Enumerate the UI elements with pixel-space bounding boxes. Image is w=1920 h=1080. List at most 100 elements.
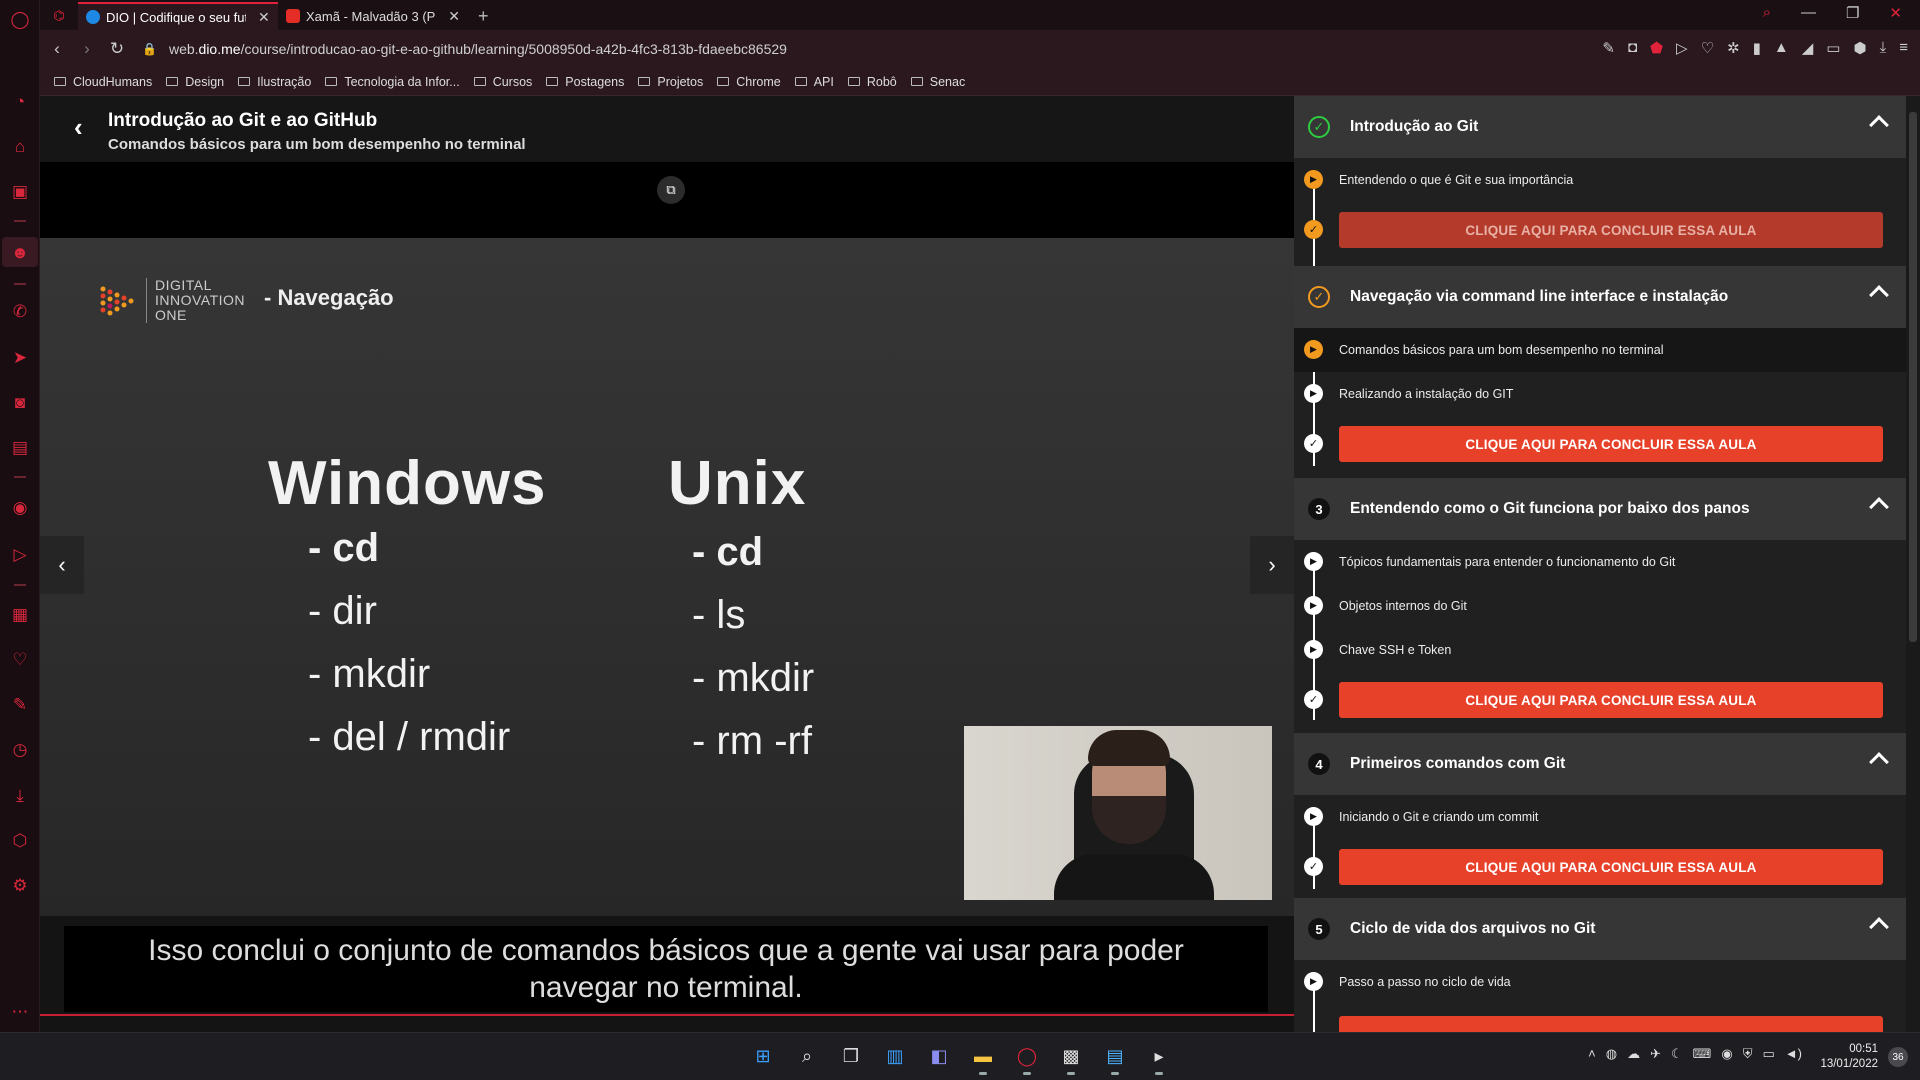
lesson-item[interactable]: ▶ Objetos internos do Git <box>1294 584 1906 628</box>
complete-lesson-button-partial[interactable] <box>1339 1016 1883 1032</box>
vpn-lock-icon[interactable]: ▲ <box>1774 39 1789 57</box>
extension-icon[interactable]: ◢ <box>1802 39 1814 57</box>
lock-icon[interactable]: 🔒 <box>142 42 157 56</box>
back-chevron-icon[interactable]: ‹ <box>74 114 83 140</box>
bookmarks-heart-icon[interactable]: ♡ <box>9 648 31 670</box>
tray-overflow-icon[interactable]: ˄ <box>1588 1046 1596 1062</box>
screen-icon[interactable]: ▭ <box>1826 39 1840 57</box>
notepad-icon[interactable]: ▤ <box>1100 1041 1130 1075</box>
bookmark-folder[interactable]: CloudHumans <box>54 75 152 89</box>
chevron-up-icon[interactable] <box>1869 752 1889 772</box>
close-tab-icon[interactable]: ✕ <box>448 8 460 25</box>
complete-lesson-button[interactable]: CLIQUE AQUI PARA CONCLUIR ESSA AULA <box>1339 682 1883 718</box>
popout-icon[interactable]: ⧉ <box>657 176 685 204</box>
heart-icon[interactable]: ♡ <box>1701 39 1714 57</box>
edit-icon[interactable]: ✎ <box>1602 39 1615 57</box>
settings-gear-icon[interactable]: ⚙ <box>9 874 31 896</box>
player-icon[interactable]: ◉ <box>9 496 31 518</box>
shopping-icon[interactable]: ⌂ <box>9 135 31 157</box>
workspace-icon[interactable]: ⌬ <box>40 2 78 30</box>
menu-icon[interactable]: ≡ <box>1899 39 1908 57</box>
opera-logo-icon[interactable]: ◯ <box>9 8 31 30</box>
lesson-item[interactable]: ▶ Realizando a instalação do GIT <box>1294 372 1906 416</box>
bookmark-folder[interactable]: Senac <box>910 75 965 89</box>
chevron-up-icon[interactable] <box>1869 285 1889 305</box>
next-slide-button[interactable]: › <box>1250 536 1294 594</box>
adblock-icon[interactable]: ⬟ <box>1650 39 1663 57</box>
history-icon[interactable]: ◷ <box>9 738 31 760</box>
bookmark-folder[interactable]: Tecnologia da Infor... <box>325 75 460 89</box>
gx-corner-icon[interactable]: ☻ <box>9 241 31 263</box>
lesson-item[interactable]: ▶ Tópicos fundamentais para entender o f… <box>1294 540 1906 584</box>
bookmark-folder[interactable]: Projetos <box>638 75 703 89</box>
onedrive-icon[interactable]: ☁ <box>1627 1046 1640 1062</box>
panel-scrollbar[interactable] <box>1906 96 1920 1032</box>
restore-icon[interactable]: ❐ <box>1846 4 1859 22</box>
reader-icon[interactable]: ▮ <box>1753 39 1761 57</box>
complete-lesson-button[interactable]: CLIQUE AQUI PARA CONCLUIR ESSA AULA <box>1339 426 1883 462</box>
video-progress-line[interactable] <box>40 1014 1294 1016</box>
messenger-icon[interactable]: ▤ <box>9 436 31 458</box>
pinboard-icon[interactable]: ✎ <box>9 693 31 715</box>
terminal-icon[interactable]: ▸ <box>1144 1041 1174 1075</box>
close-tab-icon[interactable]: ✕ <box>258 9 270 26</box>
close-window-icon[interactable]: ✕ <box>1889 4 1902 22</box>
forward-icon[interactable]: › <box>74 36 100 62</box>
section-header[interactable]: ✓ Introdução ao Git <box>1294 96 1906 158</box>
bookmark-folder[interactable]: API <box>794 75 834 89</box>
opera-gx-icon[interactable]: ◯ <box>1012 1041 1042 1075</box>
downloads-icon[interactable]: ⤓ <box>9 784 31 806</box>
lesson-item[interactable]: ▶ Passo a passo no ciclo de vida <box>1294 960 1906 1004</box>
camera-icon[interactable]: ◘ <box>1628 39 1637 57</box>
lesson-item[interactable]: ▶ Iniciando o Git e criando um commit <box>1294 795 1906 839</box>
reload-icon[interactable]: ↻ <box>104 36 130 62</box>
flow-icon[interactable]: ▷ <box>9 543 31 565</box>
chevron-up-icon[interactable] <box>1869 497 1889 517</box>
lesson-item-current[interactable]: ▶ Comandos básicos para um bom desempenh… <box>1294 328 1906 372</box>
file-explorer-icon[interactable]: ▬ <box>968 1041 998 1075</box>
address-bar[interactable]: 🔒 web.dio.me/course/introducao-ao-git-e-… <box>142 41 787 57</box>
bookmark-folder[interactable]: Robô <box>847 75 897 89</box>
search-icon[interactable]: ⌕ <box>792 1041 822 1071</box>
whatsapp-icon[interactable]: ✆ <box>9 300 31 322</box>
minimize-icon[interactable]: — <box>1801 4 1816 22</box>
volume-icon[interactable]: ◄) <box>1785 1046 1802 1062</box>
apps-grid-icon[interactable]: ▦ <box>9 603 31 625</box>
back-icon[interactable]: ‹ <box>44 36 70 62</box>
notification-badge[interactable]: 36 <box>1888 1047 1908 1067</box>
complete-lesson-button[interactable]: CLIQUE AQUI PARA CONCLUIR ESSA AULA <box>1339 849 1883 885</box>
teams-chat-icon[interactable]: ◧ <box>924 1041 954 1071</box>
lesson-item[interactable]: ▶ Chave SSH e Token <box>1294 628 1906 672</box>
bookmark-folder[interactable]: Design <box>166 75 224 89</box>
extensions-gear-icon[interactable]: ✲ <box>1727 39 1740 57</box>
tray-app-icon[interactable]: ◍ <box>1606 1046 1617 1062</box>
more-dots-icon[interactable]: ⋯ <box>9 1000 31 1022</box>
taskbar-clock[interactable]: 00:51 13/01/2022 <box>1820 1042 1878 1072</box>
download-icon[interactable]: ⤓ <box>1880 39 1887 57</box>
tray-app-icon[interactable]: ✈ <box>1650 1046 1661 1062</box>
speed-dial-icon[interactable]: ◔ <box>9 90 31 112</box>
bookmark-folder[interactable]: Ilustração <box>238 75 311 89</box>
section-header[interactable]: 3 Entendendo como o Git funciona por bai… <box>1294 478 1906 540</box>
telegram-icon[interactable]: ➤ <box>9 346 31 368</box>
extensions-icon[interactable]: ⬡ <box>9 829 31 851</box>
network-icon[interactable]: ▭ <box>1763 1046 1775 1062</box>
lesson-item[interactable]: ▶ Entendendo o que é Git e sua importânc… <box>1294 158 1906 202</box>
cube-icon[interactable]: ⬢ <box>1853 39 1866 57</box>
complete-lesson-button[interactable]: CLIQUE AQUI PARA CONCLUIR ESSA AULA <box>1339 212 1883 248</box>
task-view-icon[interactable]: ❐ <box>836 1041 866 1071</box>
chevron-up-icon[interactable] <box>1869 917 1889 937</box>
start-windows-icon[interactable]: ⊞ <box>748 1041 778 1071</box>
media-app-icon[interactable]: ▩ <box>1056 1041 1086 1075</box>
chevron-up-icon[interactable] <box>1869 115 1889 135</box>
steam-icon[interactable]: ◉ <box>1721 1046 1732 1062</box>
bookmark-folder[interactable]: Chrome <box>717 75 781 89</box>
section-header[interactable]: 5 Ciclo de vida dos arquivos no Git <box>1294 898 1906 960</box>
scrollbar-thumb[interactable] <box>1909 112 1917 642</box>
instagram-icon[interactable]: ◙ <box>9 391 31 413</box>
video-slide[interactable]: DIGITAL INNOVATION ONE - Navegação Windo… <box>40 238 1294 916</box>
tab-dio[interactable]: DIO | Codifique o seu futur ✕ <box>78 2 278 30</box>
tab-youtube[interactable]: Xamã - Malvadão 3 (Prod. ✕ <box>278 2 468 30</box>
new-tab-icon[interactable]: + <box>478 2 489 30</box>
security-shield-icon[interactable]: ⛨ <box>1743 1046 1753 1062</box>
